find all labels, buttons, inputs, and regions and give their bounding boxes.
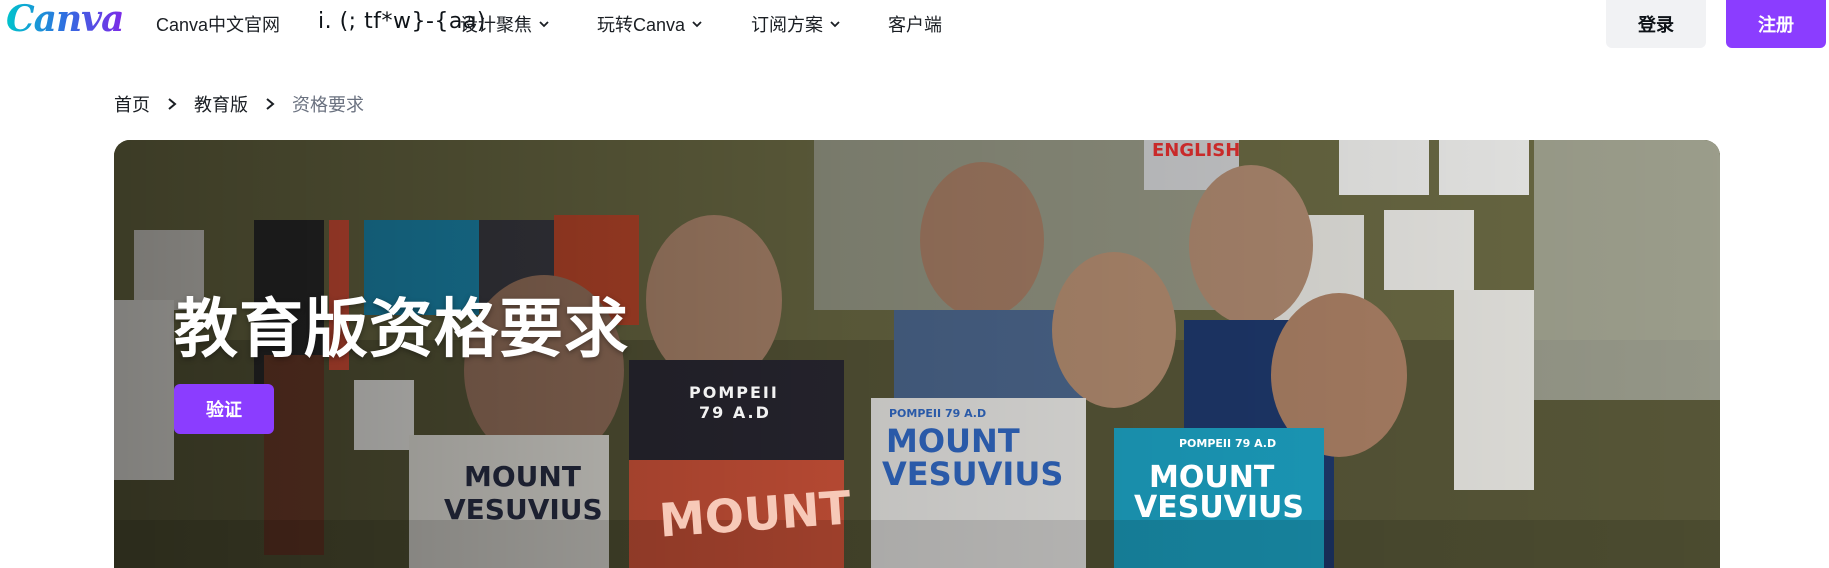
sign-vesuvius-teal-text: VESUVIUS <box>1134 490 1305 525</box>
nav-label: 订阅方案 <box>751 15 823 35</box>
register-button[interactable]: 注册 <box>1726 0 1826 48</box>
sign-79ad-text: 79 A.D <box>699 403 771 422</box>
chevron-down-icon <box>692 21 702 28</box>
top-navigation-bar: Canva Canva中文官网 i. (; tf*w}-{aa) 设计聚焦 玩转… <box>0 0 1829 48</box>
chevron-down-icon <box>539 21 549 28</box>
canva-logo[interactable]: Canva <box>6 0 124 40</box>
chevron-right-icon <box>266 98 275 110</box>
sign-mount-teal-text: MOUNT <box>1149 460 1275 495</box>
nav-desktop-client[interactable]: 客户端 <box>888 11 942 37</box>
breadcrumb-current: 资格要求 <box>292 95 364 115</box>
breadcrumb-home[interactable]: 首页 <box>114 91 150 117</box>
breadcrumb-education[interactable]: 教育版 <box>194 91 248 117</box>
sign-mount-blue-text: MOUNT <box>886 422 1020 460</box>
sign-pompeii-small-text: POMPEII 79 A.D <box>889 407 987 420</box>
hero-title: 教育版资格要求 <box>174 293 629 365</box>
hero-banner: ENGLISH MOUNT VESUVIUS POMPEII 79 A.D MO… <box>114 140 1720 568</box>
chevron-right-icon <box>168 98 177 110</box>
sign-pompeii-teal-text: POMPEII 79 A.D <box>1179 437 1277 450</box>
sign-mount-text: MOUNT <box>464 460 581 493</box>
nav-canva-china-site[interactable]: Canva中文官网 <box>156 11 280 37</box>
login-button[interactable]: 登录 <box>1606 0 1706 48</box>
nav-label: 设计聚焦 <box>460 15 532 35</box>
sign-vesuvius-text: VESUVIUS <box>444 493 603 526</box>
sign-vesuvius-blue-text: VESUVIUS <box>882 455 1064 493</box>
nav-label: Canva中文官网 <box>156 15 281 35</box>
nav-design-spotlight[interactable]: 设计聚焦 <box>460 11 550 37</box>
poster-english-text: ENGLISH <box>1152 140 1241 161</box>
verify-button[interactable]: 验证 <box>174 384 274 434</box>
chevron-down-icon <box>830 21 840 28</box>
nav-label: 客户端 <box>888 15 942 35</box>
nav-explore-canva[interactable]: 玩转Canva <box>597 11 703 37</box>
breadcrumb: 首页 教育版 资格要求 <box>114 90 364 118</box>
sign-pompeii-text: POMPEII <box>689 383 779 402</box>
nav-label: 玩转Canva <box>597 15 686 35</box>
nav-subscription-plans[interactable]: 订阅方案 <box>751 11 841 37</box>
sign-mount-big-text: MOUNT <box>657 480 853 548</box>
